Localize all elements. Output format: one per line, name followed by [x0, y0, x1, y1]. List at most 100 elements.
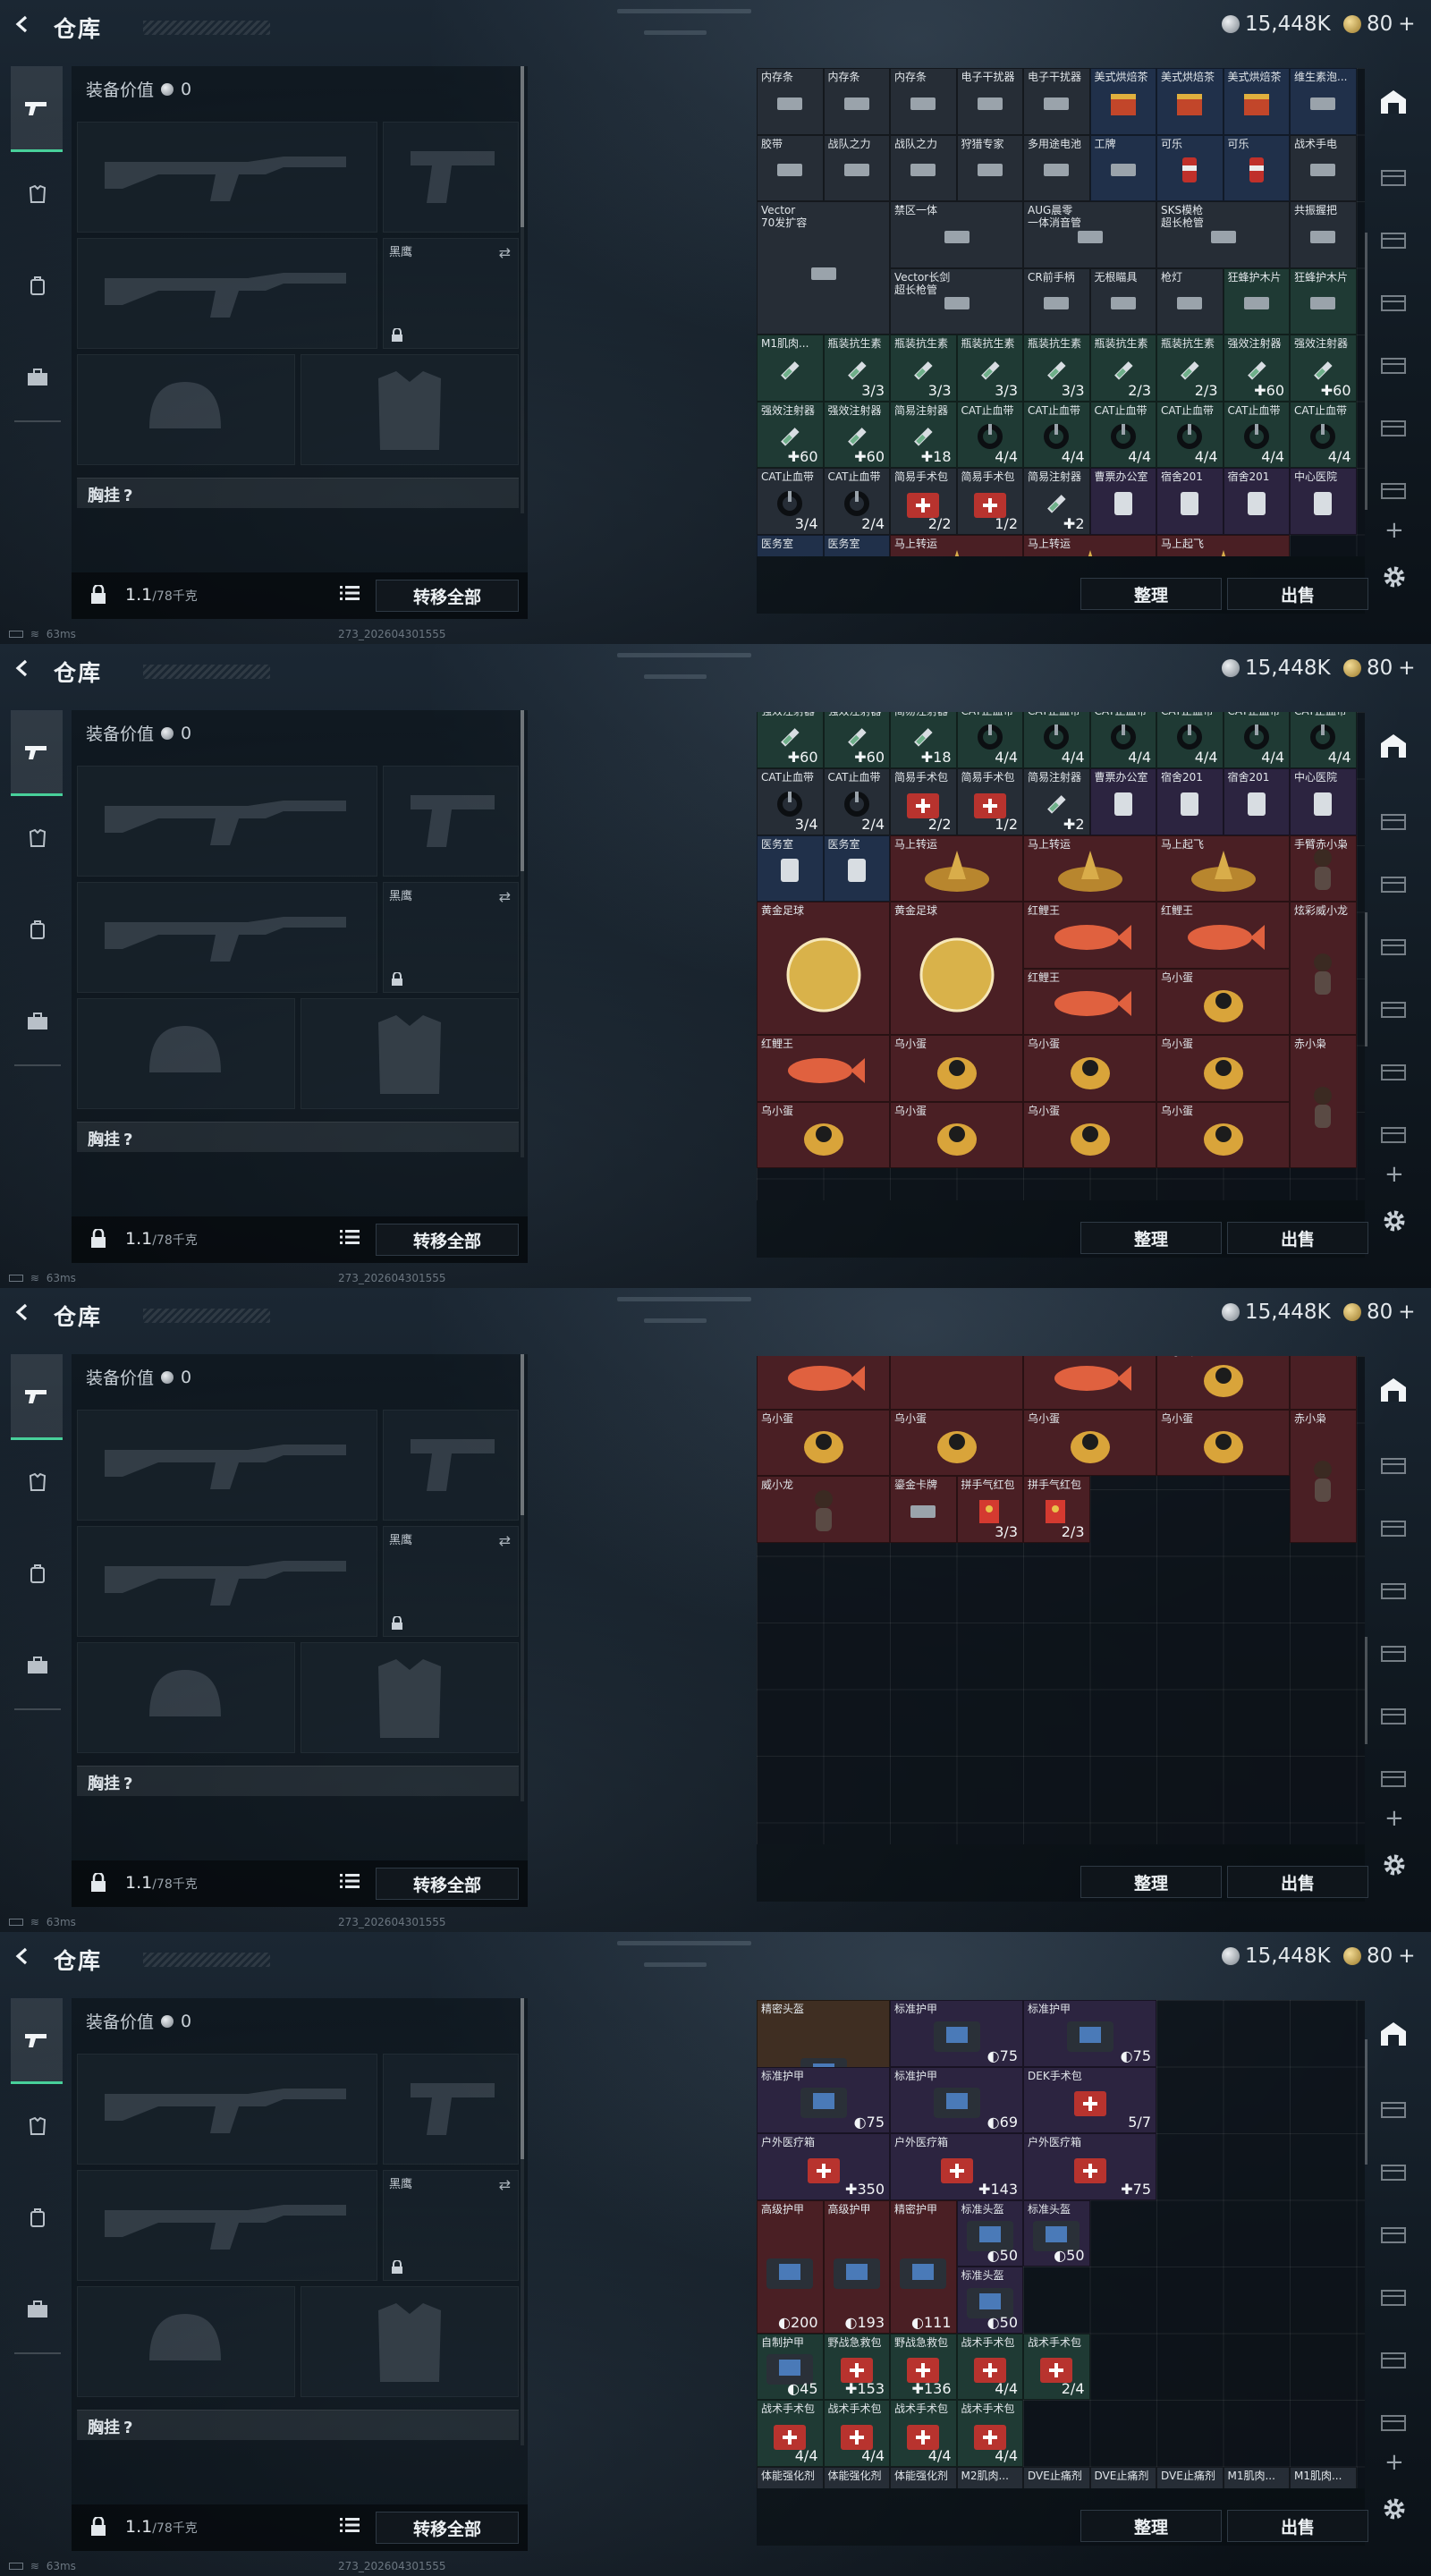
storage-item[interactable]: SKS模枪 超长枪管 — [1156, 201, 1290, 268]
storage-item[interactable]: 医务室 — [823, 835, 890, 902]
gold-currency[interactable]: 80 + — [1343, 13, 1416, 36]
storage-item[interactable]: 枪灯 — [1156, 267, 1224, 335]
storage-item[interactable]: CAT止血带 4/4 — [1023, 401, 1090, 468]
storage-item[interactable]: 强效注射器 ✚60 — [823, 712, 890, 769]
primary-weapon-slot[interactable] — [77, 1410, 377, 1521]
transfer-all-button[interactable]: 转移全部 — [376, 1224, 519, 1256]
swap-icon[interactable]: ⇄ — [499, 888, 511, 905]
storage-item[interactable]: 中心医院 — [1290, 768, 1357, 835]
storage-item[interactable]: 战术手术包 4/4 — [956, 2333, 1023, 2400]
storage-item[interactable]: DVE止痛剂 — [1023, 2466, 1090, 2488]
nav-storage-3[interactable] — [1377, 1574, 1410, 1606]
storage-item[interactable]: 中心医院 — [1290, 468, 1357, 535]
loadout-scroll-thumb[interactable] — [521, 1998, 524, 2159]
storage-item[interactable]: 标准头盔 ◐50 — [956, 2267, 1023, 2334]
storage-item[interactable]: 瓶装抗生素 3/3 — [890, 335, 957, 402]
storage-item[interactable]: 宿舍201 — [1156, 768, 1224, 835]
sort-button[interactable]: 整理 — [1080, 1866, 1222, 1898]
storage-item[interactable]: 强效注射器 ✚60 — [823, 401, 890, 468]
storage-item[interactable]: M1肌肉... — [1290, 2466, 1357, 2488]
storage-item[interactable]: 马上起飞 — [1156, 835, 1290, 902]
settings-button[interactable] — [1381, 2496, 1408, 2526]
storage-item[interactable]: 拼手气红包 3/3 — [956, 1476, 1023, 1543]
storage-item[interactable]: 内存条 — [757, 68, 824, 135]
storage-item[interactable]: 简易手术包 2/2 — [890, 468, 957, 535]
storage-item[interactable]: CAT止血带 4/4 — [1089, 401, 1156, 468]
black-hawk-slot[interactable]: 黑鹰 ⇄ — [383, 882, 519, 993]
storage-item[interactable]: 宿舍201 — [1156, 468, 1224, 535]
storage-item[interactable]: 维生素泡... — [1290, 68, 1357, 135]
storage-item[interactable]: 红鲤王 — [1023, 1356, 1156, 1410]
sell-button[interactable]: 出售 — [1227, 1866, 1368, 1898]
sort-button[interactable]: 整理 — [1080, 578, 1222, 610]
nav-warehouse[interactable] — [1377, 1374, 1410, 1406]
secondary-weapon-slot[interactable] — [77, 2170, 377, 2281]
secondary-weapon-slot[interactable] — [77, 882, 377, 993]
armor-slot[interactable] — [301, 2286, 519, 2397]
storage-item[interactable]: 标准头盔 ◐50 — [956, 2199, 1023, 2267]
storage-item[interactable]: 乌小蛋 — [757, 1101, 890, 1169]
storage-item[interactable]: 内存条 — [890, 68, 957, 135]
nav-weapons[interactable] — [11, 1998, 63, 2084]
storage-item[interactable]: 强效注射器 ✚60 — [757, 401, 824, 468]
storage-item[interactable]: 简易手术包 1/2 — [956, 468, 1023, 535]
storage-item[interactable]: 黄金足球 — [890, 902, 1023, 1036]
storage-item[interactable]: 红鲤王 — [1023, 902, 1156, 969]
nav-case[interactable] — [20, 1004, 55, 1039]
storage-item[interactable]: 简易注射器 ✚18 — [890, 401, 957, 468]
storage-item[interactable] — [1290, 1356, 1357, 1410]
storage-item[interactable]: 多用途电池 — [1023, 134, 1090, 201]
pistol-slot[interactable] — [383, 1410, 519, 1521]
storage-item[interactable]: 简易注射器 ✚2 — [1023, 468, 1090, 535]
storage-item[interactable]: CAT止血带 3/4 — [757, 768, 824, 835]
storage-item[interactable]: 电子干扰器 — [1023, 68, 1090, 135]
settings-button[interactable] — [1381, 1208, 1408, 1238]
storage-item[interactable]: 马上转运 — [890, 835, 1023, 902]
storage-item[interactable]: 瓶装抗生素 2/3 — [1089, 335, 1156, 402]
storage-item[interactable]: 马上转运 — [1023, 835, 1156, 902]
storage-item[interactable]: 简易注射器 ✚2 — [1023, 768, 1090, 835]
storage-item[interactable]: 胶带 — [757, 134, 824, 201]
storage-item[interactable]: 体能强化剂 — [890, 2466, 957, 2488]
transfer-all-button[interactable]: 转移全部 — [376, 1868, 519, 1900]
storage-item[interactable]: DVE止痛剂 — [1089, 2466, 1156, 2488]
list-button[interactable] — [340, 1873, 360, 1893]
add-storage-icon[interactable]: + — [1384, 2449, 1404, 2476]
chest-rig-slot[interactable]: 胸挂? — [77, 478, 519, 508]
storage-item[interactable]: 炫彩威小龙 — [1290, 902, 1357, 1036]
nav-storage-6[interactable] — [1377, 1118, 1410, 1150]
sell-button[interactable]: 出售 — [1227, 2510, 1368, 2542]
storage-item[interactable]: 户外医疗箱 ✚75 — [1023, 2133, 1156, 2200]
chest-rig-slot[interactable]: 胸挂? — [77, 2410, 519, 2440]
storage-item[interactable]: 曹票办公室 — [1089, 468, 1156, 535]
storage-item[interactable]: 红鲤王 — [757, 1035, 890, 1102]
add-currency-icon[interactable]: + — [1398, 657, 1415, 680]
add-currency-icon[interactable]: + — [1398, 1945, 1415, 1968]
storage-item[interactable]: 赤小枭 — [1290, 1409, 1357, 1543]
nav-case[interactable] — [20, 2292, 55, 2327]
storage-item[interactable]: CAT止血带 4/4 — [956, 712, 1023, 769]
swap-icon[interactable]: ⇄ — [499, 1532, 511, 1549]
storage-item[interactable]: 马上转运 — [1023, 534, 1156, 556]
add-currency-icon[interactable]: + — [1398, 13, 1415, 36]
storage-item[interactable]: 战术手术包 4/4 — [823, 2400, 890, 2467]
storage-item[interactable]: 乌小蛋 — [757, 1409, 890, 1477]
storage-item[interactable]: 内存条 — [823, 68, 890, 135]
sell-button[interactable]: 出售 — [1227, 1222, 1368, 1254]
armor-slot[interactable] — [301, 354, 519, 465]
storage-item[interactable]: 电子干扰器 — [956, 68, 1023, 135]
pistol-slot[interactable] — [383, 2054, 519, 2165]
storage-item[interactable]: 战队之力 — [823, 134, 890, 201]
nav-armor[interactable] — [20, 1465, 55, 1501]
chest-rig-help[interactable]: ? — [123, 1775, 132, 1793]
storage-item[interactable]: CAT止血带 4/4 — [956, 401, 1023, 468]
storage-item[interactable]: 威小龙 — [757, 1476, 890, 1543]
nav-storage-3[interactable] — [1377, 286, 1410, 318]
chest-rig-slot[interactable]: 胸挂? — [77, 1766, 519, 1796]
storage-item[interactable]: CAT止血带 4/4 — [1290, 712, 1357, 769]
storage-item[interactable]: 瓶装抗生素 3/3 — [823, 335, 890, 402]
list-button[interactable] — [340, 585, 360, 605]
back-button[interactable] — [13, 1302, 30, 1321]
storage-item[interactable]: DEK手术包 5/7 — [1023, 2066, 1156, 2133]
storage-item[interactable]: 手臂赤小枭 — [1290, 835, 1357, 902]
